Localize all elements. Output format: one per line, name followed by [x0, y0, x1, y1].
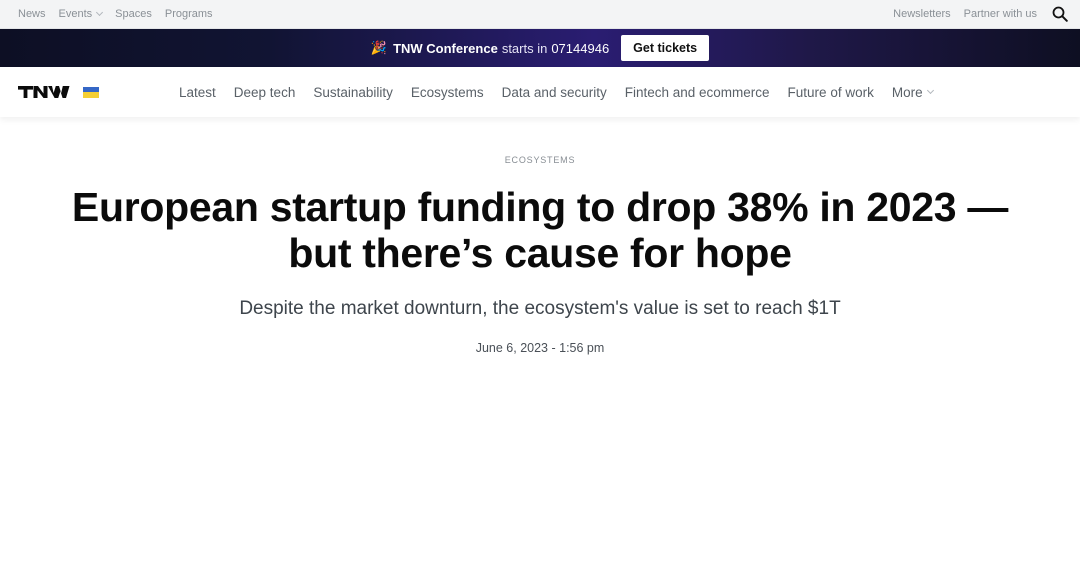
nav-item-deep-tech[interactable]: Deep tech [234, 85, 296, 100]
chevron-down-icon [96, 8, 104, 17]
promo-brand: TNW Conference [393, 40, 498, 56]
search-icon[interactable] [1052, 6, 1068, 22]
utility-link-partner[interactable]: Partner with us [964, 8, 1037, 20]
utility-nav-right: Newsletters Partner with us [893, 6, 1068, 22]
article-header: ECOSYSTEMS European startup funding to d… [0, 117, 1080, 355]
article-date: June 6, 2023 - 1:56 pm [475, 341, 605, 355]
get-tickets-button[interactable]: Get tickets [621, 35, 710, 61]
nav-item-data-and-security[interactable]: Data and security [502, 85, 607, 100]
utility-link-newsletters[interactable]: Newsletters [893, 8, 950, 20]
nav-item-latest[interactable]: Latest [179, 85, 216, 100]
utility-link-programs[interactable]: Programs [165, 8, 213, 20]
utility-nav-left: News Events Spaces Programs [18, 8, 213, 20]
nav-item-fintech-and-ecommerce[interactable]: Fintech and ecommerce [625, 85, 770, 100]
utility-bar: News Events Spaces Programs Newsletters … [0, 0, 1080, 29]
nav-item-future-of-work[interactable]: Future of work [788, 85, 874, 100]
article-category[interactable]: ECOSYSTEMS [0, 155, 1080, 165]
main-nav: Latest Deep tech Sustainability Ecosyste… [0, 67, 1080, 117]
utility-link-events[interactable]: Events [59, 8, 104, 20]
chevron-down-icon [926, 86, 934, 95]
category-nav: Latest Deep tech Sustainability Ecosyste… [179, 85, 934, 100]
party-popper-icon: 🎉 [370, 40, 388, 55]
utility-link-news[interactable]: News [18, 8, 46, 20]
ukraine-flag-icon [83, 86, 99, 98]
utility-link-spaces[interactable]: Spaces [115, 8, 152, 20]
promo-countdown: 07144946 [551, 40, 610, 56]
nav-item-more[interactable]: More [892, 85, 934, 100]
tnw-logo[interactable] [18, 85, 70, 99]
article-subheadline: Despite the market downturn, the ecosyst… [239, 298, 841, 319]
nav-item-ecosystems[interactable]: Ecosystems [411, 85, 484, 100]
promo-text: starts in [501, 40, 548, 56]
conference-promo-banner: 🎉 TNW Conference starts in 07144946 Get … [0, 29, 1080, 67]
nav-item-sustainability[interactable]: Sustainability [313, 85, 393, 100]
article-headline: European startup funding to drop 38% in … [71, 184, 1009, 276]
